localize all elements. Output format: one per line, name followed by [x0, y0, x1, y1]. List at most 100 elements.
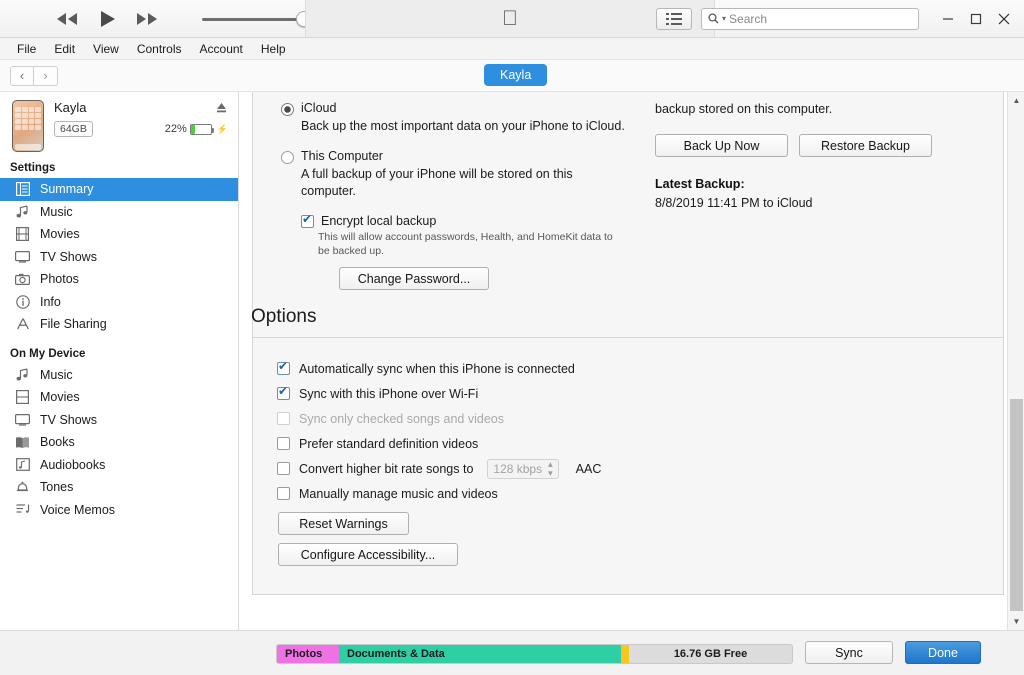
- latest-backup-heading: Latest Backup:: [655, 177, 745, 191]
- menu-item-view[interactable]: View: [84, 40, 128, 58]
- capacity-free-label: 16.76 GB Free: [673, 648, 748, 660]
- window-buttons: [934, 6, 1018, 32]
- bitrate-select-value: 128 kbps: [493, 461, 543, 476]
- option-convert-bitrate-row[interactable]: Convert higher bit rate songs to 128 kbp…: [277, 456, 1003, 481]
- search-icon: [708, 13, 719, 24]
- icloud-radio-row[interactable]: iCloud: [281, 101, 641, 116]
- scrollbar-thumb[interactable]: [1010, 398, 1023, 611]
- apple-logo-icon: : [502, 8, 518, 29]
- option-auto-sync-row[interactable]: Automatically sync when this iPhone is c…: [277, 356, 1003, 381]
- option-wifi-sync-label: Sync with this iPhone over Wi-Fi: [299, 386, 479, 401]
- movie-film-icon: [14, 390, 31, 405]
- volume-slider[interactable]: [202, 10, 322, 27]
- option-wifi-sync-checkbox[interactable]: [277, 385, 290, 400]
- restore-backup-button[interactable]: Restore Backup: [799, 134, 932, 157]
- forward-button[interactable]: ›: [34, 65, 58, 86]
- sidebar-settings-list: Summary Music Movies TV Shows Photos Inf…: [0, 178, 238, 336]
- sidebar-item-summary[interactable]: Summary: [0, 178, 238, 201]
- battery-icon: [189, 123, 214, 135]
- sidebar-item-photos[interactable]: Photos: [0, 268, 238, 291]
- sidebar-device-item-voice-memos[interactable]: Voice Memos: [0, 499, 238, 522]
- sidebar-item-label: Summary: [40, 182, 94, 197]
- sidebar-item-movies[interactable]: Movies: [0, 223, 238, 246]
- audio-format-label: AAC: [575, 461, 602, 476]
- iphone-thumbnail: [12, 100, 44, 152]
- now-playing-display: : [305, 0, 715, 37]
- option-sd-videos-row[interactable]: Prefer standard definition videos: [277, 431, 1003, 456]
- menu-item-controls[interactable]: Controls: [128, 40, 191, 58]
- sidebar-device-item-music[interactable]: Music: [0, 364, 238, 387]
- menu-bar: File Edit View Controls Account Help: [0, 38, 1024, 60]
- sidebar-item-file-sharing[interactable]: File Sharing: [0, 313, 238, 336]
- capacity-bar[interactable]: Photos Documents & Data 16.76 GB Free: [276, 644, 793, 664]
- sidebar-item-info[interactable]: Info: [0, 291, 238, 314]
- sidebar-item-label: Voice Memos: [40, 502, 116, 517]
- this-computer-radio[interactable]: [281, 151, 294, 164]
- icloud-radio[interactable]: [281, 103, 294, 116]
- sidebar-item-tv-shows[interactable]: TV Shows: [0, 246, 238, 269]
- list-view-button[interactable]: [656, 7, 692, 30]
- audiobook-icon: [14, 458, 31, 472]
- bitrate-select[interactable]: 128 kbps ▴ ▾: [487, 458, 559, 479]
- back-button[interactable]: ‹: [10, 65, 34, 86]
- device-tab[interactable]: Kayla: [484, 64, 548, 86]
- done-button[interactable]: Done: [905, 641, 981, 664]
- scroll-down-icon[interactable]: ▼: [1008, 613, 1024, 630]
- icloud-label: iCloud: [301, 101, 337, 115]
- encrypt-backup-checkbox[interactable]: [301, 213, 314, 228]
- eject-icon[interactable]: [215, 101, 228, 114]
- play-icon[interactable]: [96, 8, 118, 30]
- option-sd-videos-checkbox[interactable]: [277, 437, 290, 450]
- menu-item-account[interactable]: Account: [191, 40, 252, 58]
- options-panel: Automatically sync when this iPhone is c…: [252, 337, 1004, 595]
- sidebar-item-label: Books: [40, 435, 75, 450]
- sync-button[interactable]: Sync: [805, 641, 893, 664]
- bell-icon: [14, 480, 31, 494]
- vertical-scrollbar[interactable]: ▲ ▼: [1007, 92, 1024, 630]
- change-password-button[interactable]: Change Password...: [339, 267, 489, 290]
- option-convert-bitrate-checkbox[interactable]: [277, 462, 290, 475]
- configure-accessibility-button[interactable]: Configure Accessibility...: [278, 543, 458, 566]
- search-input[interactable]: ▾ Search: [701, 7, 919, 30]
- sidebar-item-label: File Sharing: [40, 317, 107, 332]
- sidebar-item-music[interactable]: Music: [0, 201, 238, 224]
- fast-forward-icon[interactable]: [134, 11, 160, 27]
- option-wifi-sync-row[interactable]: Sync with this iPhone over Wi-Fi: [277, 381, 1003, 406]
- reset-warnings-button[interactable]: Reset Warnings: [278, 512, 409, 535]
- menu-item-help[interactable]: Help: [252, 40, 295, 58]
- reset-warnings-row: Reset Warnings: [278, 512, 1003, 535]
- minimize-button[interactable]: [934, 6, 962, 32]
- options-list: Automatically sync when this iPhone is c…: [253, 338, 1003, 566]
- titlebar-right-controls: ▾ Search: [656, 0, 1024, 37]
- option-sd-videos-label: Prefer standard definition videos: [299, 436, 479, 451]
- back-up-now-button[interactable]: Back Up Now: [655, 134, 788, 157]
- capacity-segment-other: [621, 645, 629, 663]
- maximize-button[interactable]: [962, 6, 990, 32]
- rewind-icon[interactable]: [54, 11, 80, 27]
- encrypt-backup-label: Encrypt local backup: [321, 214, 437, 228]
- backup-panel: iCloud Back up the most important data o…: [252, 92, 1004, 378]
- scroll-up-icon[interactable]: ▲: [1008, 92, 1024, 109]
- this-computer-radio-row[interactable]: This Computer: [281, 149, 641, 164]
- close-button[interactable]: [990, 6, 1018, 32]
- sidebar-item-label: Info: [40, 294, 61, 309]
- sidebar-device-item-tones[interactable]: Tones: [0, 476, 238, 499]
- option-manual-manage-checkbox[interactable]: [277, 487, 290, 500]
- encrypt-backup-row[interactable]: Encrypt local backup: [301, 213, 641, 228]
- option-manual-manage-row[interactable]: Manually manage music and videos: [277, 481, 1003, 506]
- sidebar-device-item-audiobooks[interactable]: Audiobooks: [0, 454, 238, 477]
- chevron-down-icon[interactable]: ▾: [722, 14, 726, 23]
- books-icon: [14, 436, 31, 449]
- option-auto-sync-checkbox[interactable]: [277, 360, 290, 375]
- menu-item-file[interactable]: File: [8, 40, 45, 58]
- tv-icon: [14, 413, 31, 426]
- sidebar-device-item-books[interactable]: Books: [0, 431, 238, 454]
- info-circle-icon: [14, 294, 31, 309]
- menu-item-edit[interactable]: Edit: [45, 40, 84, 58]
- sidebar-heading-settings: Settings: [10, 162, 56, 174]
- sidebar-device-item-movies[interactable]: Movies: [0, 386, 238, 409]
- music-note-icon: [14, 205, 31, 219]
- sidebar-item-label: Music: [40, 367, 73, 382]
- sidebar-device-item-tv-shows[interactable]: TV Shows: [0, 409, 238, 432]
- voice-memo-icon: [14, 503, 31, 516]
